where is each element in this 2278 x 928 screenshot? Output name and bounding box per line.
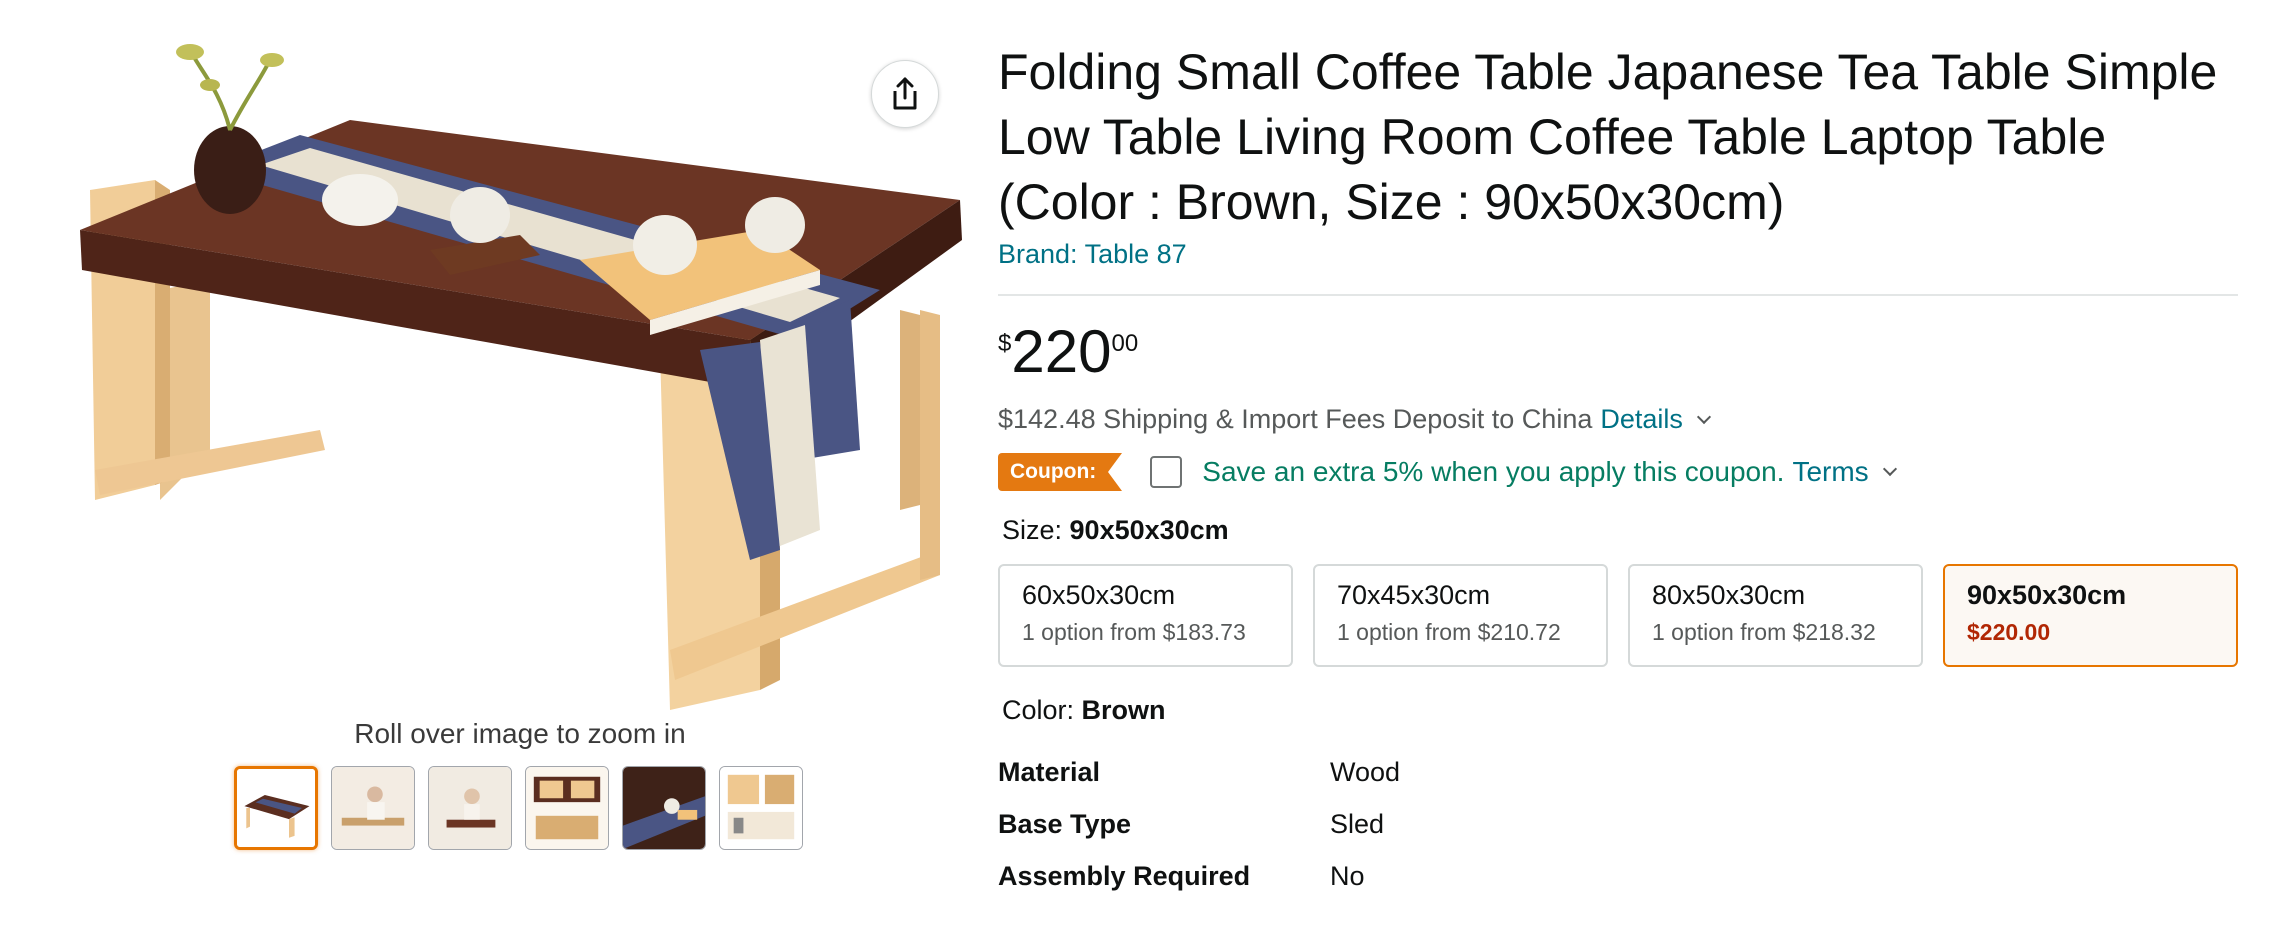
thumbnail[interactable] [428, 766, 512, 850]
main-product-image[interactable] [60, 30, 970, 720]
size-option-name: 70x45x30cm [1337, 580, 1491, 610]
size-option-70x45x30[interactable]: 70x45x30cm 1 option from $210.72 [1313, 564, 1608, 667]
coupon-row: Coupon: Save an extra 5% when you apply … [998, 453, 2238, 491]
size-option-price: $220.00 [1967, 619, 2051, 645]
size-option-60x50x30[interactable]: 60x50x30cm 1 option from $183.73 [998, 564, 1293, 667]
color-selected-value: Brown [1081, 695, 1166, 725]
spec-row: Material Wood [998, 746, 2238, 798]
thumbnail[interactable] [719, 766, 803, 850]
brand-link[interactable]: Brand: Table 87 [998, 239, 1187, 270]
size-label: Size: 90x50x30cm [998, 515, 2238, 546]
spec-value: Sled [1330, 808, 1385, 839]
size-option-name: 90x50x30cm [1967, 580, 2127, 610]
spec-value: No [1330, 860, 1365, 891]
price-whole: 220 [1011, 318, 1112, 385]
chevron-down-icon[interactable] [1696, 409, 1711, 424]
share-icon [893, 77, 917, 110]
size-option-80x50x30[interactable]: 80x50x30cm 1 option from $218.32 [1628, 564, 1923, 667]
size-option-price: 1 option from $183.73 [1022, 619, 1246, 645]
thumbnail[interactable] [331, 766, 415, 850]
product-title: Folding Small Coffee Table Japanese Tea … [998, 44, 2218, 230]
shipping-details-link[interactable]: Details [1600, 404, 1683, 435]
size-option-price: 1 option from $210.72 [1337, 619, 1561, 645]
size-selected-value: 90x50x30cm [1069, 515, 1229, 545]
thumbnail[interactable] [234, 766, 318, 850]
spec-key: Assembly Required [998, 860, 1251, 891]
spec-row: Assembly Required No [998, 850, 2238, 902]
divider [998, 294, 2238, 296]
thumbnail[interactable] [622, 766, 706, 850]
size-options: 60x50x30cm 1 option from $183.73 70x45x3… [998, 564, 2238, 667]
size-option-name: 60x50x30cm [1022, 580, 1176, 610]
chevron-down-icon[interactable] [1882, 461, 1897, 477]
size-option-90x50x30[interactable]: 90x50x30cm $220.00 [1943, 564, 2238, 667]
thumbnail[interactable] [525, 766, 609, 850]
coupon-checkbox[interactable] [1150, 456, 1183, 488]
shipping-info: $142.48 Shipping & Import Fees Deposit t… [998, 404, 2238, 435]
share-button[interactable] [871, 60, 939, 128]
spec-key: Material [998, 756, 1101, 787]
thumbnail-strip [234, 766, 803, 850]
coupon-badge: Coupon: [998, 453, 1123, 491]
price: $ 220 00 [998, 322, 2238, 382]
color-label-text: Color: [1002, 695, 1082, 725]
coupon-terms-link[interactable]: Terms [1792, 456, 1868, 488]
price-fraction: 00 [1111, 330, 1139, 357]
price-symbol: $ [998, 330, 1012, 357]
shipping-text: $142.48 Shipping & Import Fees Deposit t… [998, 404, 1593, 434]
spec-row: Base Type Sled [998, 798, 2238, 850]
size-option-price: 1 option from $218.32 [1652, 619, 1876, 645]
spec-value: Wood [1330, 756, 1401, 787]
coupon-text: Save an extra 5% when you apply this cou… [1202, 456, 1785, 487]
size-option-name: 80x50x30cm [1652, 580, 1806, 610]
spec-table: Material Wood Base Type Sled Assembly Re… [998, 746, 2238, 902]
zoom-hint: Roll over image to zoom in [354, 718, 686, 749]
spec-key: Base Type [998, 808, 1132, 839]
size-label-text: Size: [1002, 515, 1070, 545]
color-label: Color: Brown [998, 695, 2238, 726]
product-details: Folding Small Coffee Table Japanese Tea … [998, 40, 2238, 902]
